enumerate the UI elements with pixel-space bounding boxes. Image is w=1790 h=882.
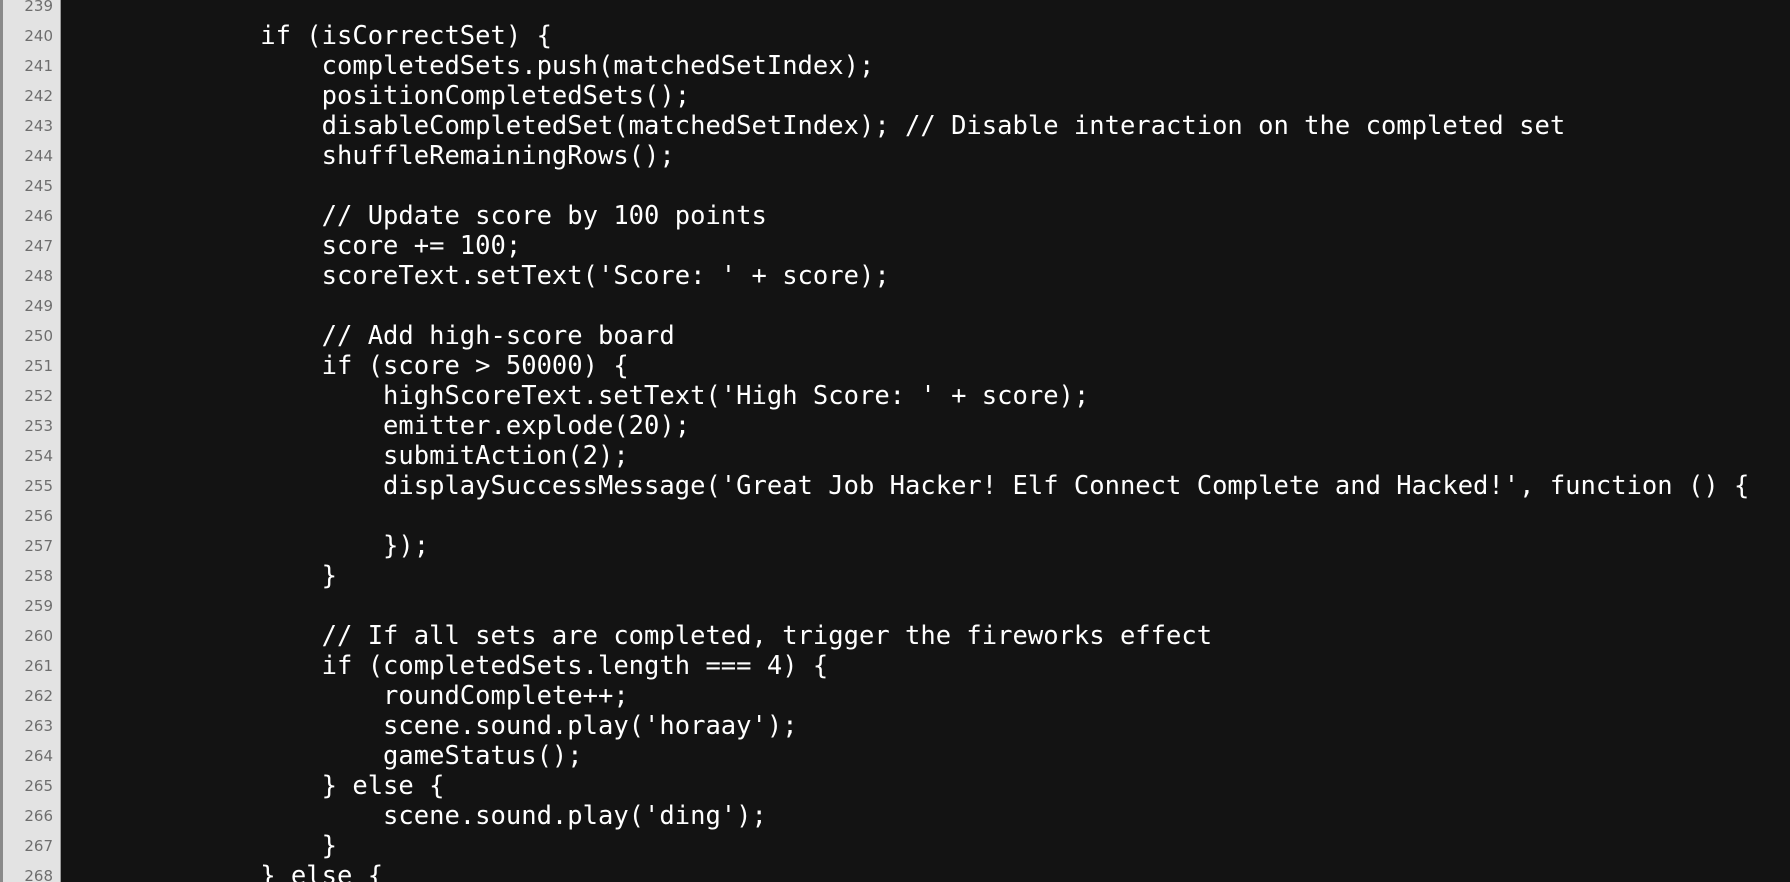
line-number: 244 bbox=[24, 147, 53, 165]
line-number: 245 bbox=[24, 177, 53, 195]
code-line[interactable]: 243 disableCompletedSet(matchedSetIndex)… bbox=[0, 111, 1790, 141]
code-line[interactable]: 240 if (isCorrectSet) { bbox=[0, 21, 1790, 51]
code-line[interactable]: 257 }); bbox=[0, 531, 1790, 561]
line-number: 261 bbox=[24, 657, 53, 675]
code-lines: 239 240 if (isCorrectSet) {241 completedS… bbox=[0, 0, 1790, 882]
code-text[interactable]: if (completedSets.length === 4) { bbox=[76, 651, 829, 681]
code-line[interactable]: 247 score += 100; bbox=[0, 231, 1790, 261]
code-line[interactable]: 244 shuffleRemainingRows(); bbox=[0, 141, 1790, 171]
code-line[interactable]: 250 // Add high-score board bbox=[0, 321, 1790, 351]
line-number: 253 bbox=[24, 417, 53, 435]
line-number: 241 bbox=[24, 57, 53, 75]
code-line[interactable]: 260 // If all sets are completed, trigge… bbox=[0, 621, 1790, 651]
line-number: 267 bbox=[24, 837, 53, 855]
code-line[interactable]: 251 if (score > 50000) { bbox=[0, 351, 1790, 381]
code-text[interactable]: scene.sound.play('horaay'); bbox=[76, 711, 798, 741]
code-text[interactable]: gameStatus(); bbox=[76, 741, 583, 771]
code-line[interactable]: 249 bbox=[0, 291, 1790, 321]
code-text[interactable]: submitAction(2); bbox=[76, 441, 629, 471]
line-number: 265 bbox=[24, 777, 53, 795]
line-number: 256 bbox=[24, 507, 53, 525]
code-editor[interactable]: 239 240 if (isCorrectSet) {241 completedS… bbox=[0, 0, 1790, 882]
line-number: 260 bbox=[24, 627, 53, 645]
code-text[interactable]: // Update score by 100 points bbox=[76, 201, 767, 231]
line-number: 250 bbox=[24, 327, 53, 345]
code-line[interactable]: 263 scene.sound.play('horaay'); bbox=[0, 711, 1790, 741]
code-text[interactable]: shuffleRemainingRows(); bbox=[76, 141, 675, 171]
line-number: 239 bbox=[24, 0, 53, 15]
line-number: 243 bbox=[24, 117, 53, 135]
code-text[interactable]: // Add high-score board bbox=[76, 321, 675, 351]
line-number: 240 bbox=[24, 27, 53, 45]
code-line[interactable]: 239 bbox=[0, 0, 1790, 21]
line-number: 242 bbox=[24, 87, 53, 105]
line-number: 247 bbox=[24, 237, 53, 255]
code-line[interactable]: 259 bbox=[0, 591, 1790, 621]
code-text[interactable]: } bbox=[76, 561, 337, 591]
code-text[interactable]: } bbox=[76, 831, 337, 861]
code-line[interactable]: 255 displaySuccessMessage('Great Job Hac… bbox=[0, 471, 1790, 501]
code-text[interactable]: }); bbox=[76, 531, 429, 561]
line-number: 263 bbox=[24, 717, 53, 735]
code-line[interactable]: 258 } bbox=[0, 561, 1790, 591]
code-line[interactable]: 262 roundComplete++; bbox=[0, 681, 1790, 711]
code-line[interactable]: 261 if (completedSets.length === 4) { bbox=[0, 651, 1790, 681]
line-number: 259 bbox=[24, 597, 53, 615]
code-text[interactable]: // If all sets are completed, trigger th… bbox=[76, 621, 1212, 651]
code-line[interactable]: 245 bbox=[0, 171, 1790, 201]
code-text[interactable]: disableCompletedSet(matchedSetIndex); //… bbox=[76, 111, 1566, 141]
code-text[interactable]: } else { bbox=[76, 771, 445, 801]
code-text[interactable]: scene.sound.play('ding'); bbox=[76, 801, 767, 831]
code-line[interactable]: 267 } bbox=[0, 831, 1790, 861]
code-line[interactable]: 268 } else { bbox=[0, 861, 1790, 882]
line-number: 258 bbox=[24, 567, 53, 585]
line-number: 255 bbox=[24, 477, 53, 495]
code-text[interactable]: scoreText.setText('Score: ' + score); bbox=[76, 261, 890, 291]
code-line[interactable]: 264 gameStatus(); bbox=[0, 741, 1790, 771]
code-line[interactable]: 252 highScoreText.setText('High Score: '… bbox=[0, 381, 1790, 411]
line-number: 251 bbox=[24, 357, 53, 375]
line-number: 268 bbox=[24, 867, 53, 882]
code-text[interactable]: completedSets.push(matchedSetIndex); bbox=[76, 51, 875, 81]
line-number: 249 bbox=[24, 297, 53, 315]
code-line[interactable]: 265 } else { bbox=[0, 771, 1790, 801]
code-text[interactable]: score += 100; bbox=[76, 231, 522, 261]
code-line[interactable]: 242 positionCompletedSets(); bbox=[0, 81, 1790, 111]
code-text[interactable]: emitter.explode(20); bbox=[76, 411, 690, 441]
code-text[interactable]: if (isCorrectSet) { bbox=[76, 21, 552, 51]
code-text[interactable]: displaySuccessMessage('Great Job Hacker!… bbox=[76, 471, 1749, 501]
code-text[interactable]: if (score > 50000) { bbox=[76, 351, 629, 381]
line-number: 264 bbox=[24, 747, 53, 765]
code-line[interactable]: 266 scene.sound.play('ding'); bbox=[0, 801, 1790, 831]
line-number: 248 bbox=[24, 267, 53, 285]
code-line[interactable]: 246 // Update score by 100 points bbox=[0, 201, 1790, 231]
line-number: 252 bbox=[24, 387, 53, 405]
code-text[interactable]: positionCompletedSets(); bbox=[76, 81, 690, 111]
code-text[interactable]: roundComplete++; bbox=[76, 681, 629, 711]
code-text[interactable]: } else { bbox=[76, 861, 383, 882]
code-line[interactable]: 241 completedSets.push(matchedSetIndex); bbox=[0, 51, 1790, 81]
line-number: 254 bbox=[24, 447, 53, 465]
code-line[interactable]: 256 bbox=[0, 501, 1790, 531]
line-number: 246 bbox=[24, 207, 53, 225]
line-number: 266 bbox=[24, 807, 53, 825]
code-line[interactable]: 248 scoreText.setText('Score: ' + score)… bbox=[0, 261, 1790, 291]
code-text[interactable]: highScoreText.setText('High Score: ' + s… bbox=[76, 381, 1089, 411]
line-number: 257 bbox=[24, 537, 53, 555]
code-line[interactable]: 253 emitter.explode(20); bbox=[0, 411, 1790, 441]
line-number: 262 bbox=[24, 687, 53, 705]
code-line[interactable]: 254 submitAction(2); bbox=[0, 441, 1790, 471]
